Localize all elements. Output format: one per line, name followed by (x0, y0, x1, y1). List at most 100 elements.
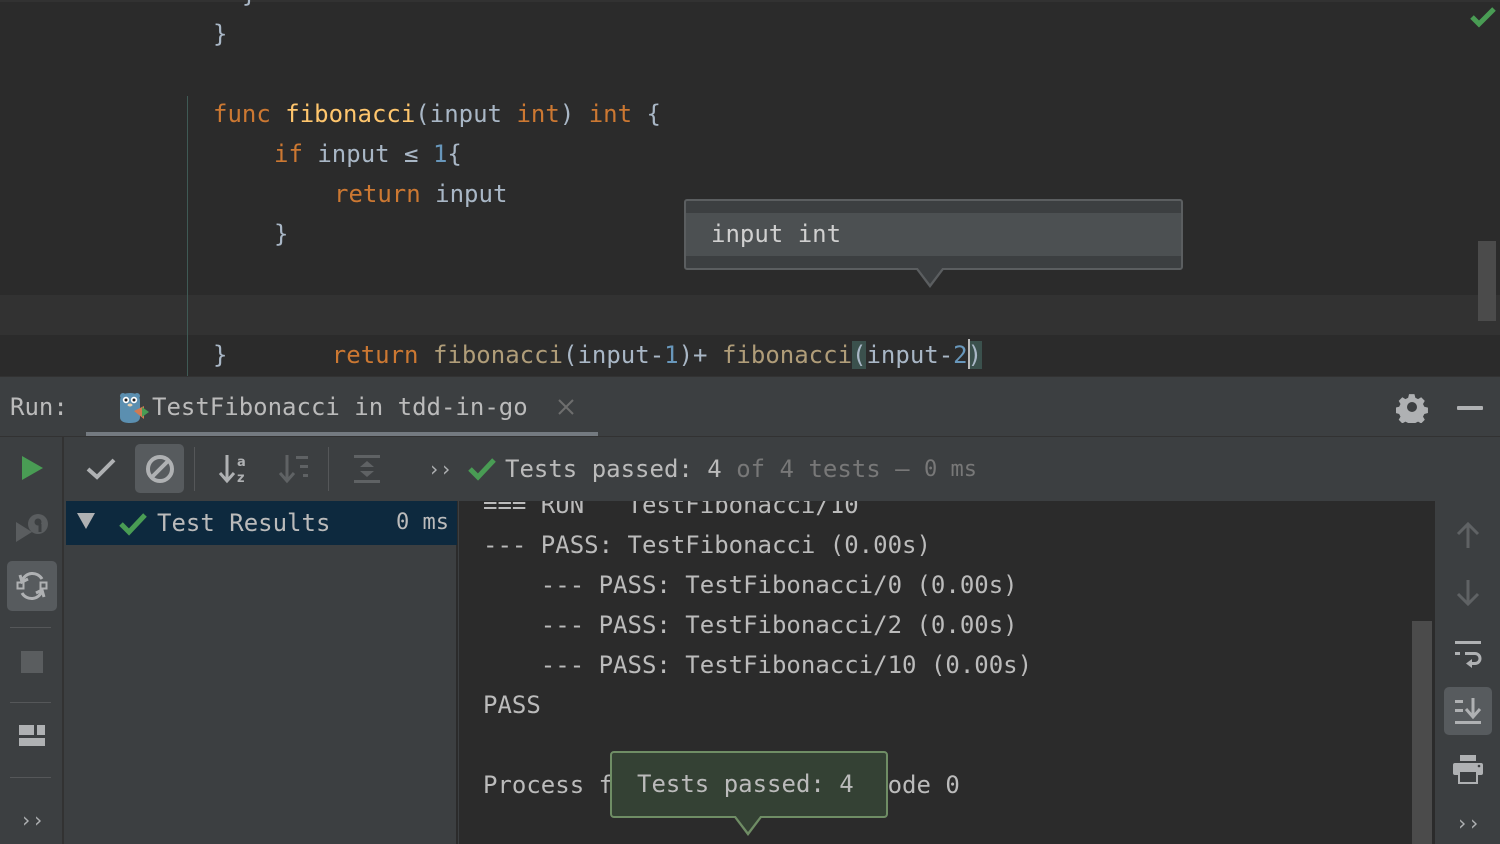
code-token: if (274, 140, 303, 168)
code-line-1: } (213, 14, 227, 54)
rerun-failed-button[interactable] (7, 503, 57, 553)
indent-guide (187, 96, 188, 376)
toolbar-separator (328, 447, 329, 491)
parameter-info-popup: input int (684, 199, 1183, 288)
matched-close-paren: ) (967, 341, 983, 369)
scroll-to-end-button[interactable] (1444, 687, 1492, 735)
tests-passed-count: Tests passed: 4 (505, 455, 722, 483)
code-token: 1 (432, 140, 448, 168)
code-token: } (213, 20, 228, 48)
tests-duration: 0 ms (924, 456, 978, 482)
tree-row-test-results[interactable]: Test Results 0 ms (66, 501, 457, 545)
rerun-failed-icon (16, 514, 48, 542)
code-token: 1 (664, 341, 679, 369)
run-tab-testfibonacci[interactable]: TestFibonacci in tdd-in-go (86, 377, 598, 436)
code-line-return-recursive: return fibonacci(input-1)+ fibonacci(inp… (274, 295, 983, 369)
print-button[interactable] (1444, 745, 1492, 793)
balloon-pointer-fill (735, 815, 761, 832)
code-token: } (213, 341, 228, 369)
print-icon (1453, 755, 1483, 784)
expand-all-button[interactable] (342, 444, 391, 493)
expand-arrow-icon[interactable] (77, 513, 95, 529)
check-icon[interactable] (1470, 6, 1496, 28)
sort-by-duration-button[interactable] (269, 444, 318, 493)
toolbar-separator (194, 447, 195, 491)
code-token: fibonacci (721, 341, 853, 369)
test-results-tree: Test Results 0 ms (66, 501, 458, 844)
editor-scrollbar-thumb[interactable] (1478, 241, 1496, 321)
show-ignored-button[interactable] (135, 444, 184, 493)
active-tab-underline (86, 432, 598, 436)
run-left-toolbar: ›› (0, 437, 64, 844)
scroll-to-end-icon (1455, 698, 1482, 724)
console-line: === RUN TestFibonacci/10 (483, 501, 859, 519)
passed-check-icon (119, 513, 147, 536)
next-occurrence-button[interactable] (1444, 569, 1492, 617)
strip-separator (10, 777, 51, 778)
show-passed-button[interactable] (76, 444, 125, 493)
code-token: (input- (563, 341, 665, 369)
code-line-if: if input ≤ 1{ (274, 134, 462, 174)
code-token: { (447, 140, 462, 168)
svg-text:z: z (237, 471, 245, 485)
ignored-icon (145, 454, 174, 483)
console-output[interactable]: === RUN TestFibonacci/10 --- PASS: TestF… (459, 501, 1435, 844)
code-tokens: return fibonacci(input-1)+ fibonacci (332, 341, 852, 369)
toolbar-overflow-chevron-icon[interactable]: ›› (428, 455, 452, 483)
run-play-icon (22, 456, 43, 480)
code-line-if-close: } (274, 214, 288, 254)
code-token: fibonacci (285, 100, 416, 128)
code-editor[interactable]: } } func fibonacci(input int) int { if i… (0, 0, 1500, 376)
code-line-return-input: return input (334, 174, 507, 214)
success-check-icon (468, 458, 496, 481)
code-token: func (213, 100, 271, 128)
console-line: --- PASS: TestFibonacci (0.00s) (483, 531, 931, 559)
gear-icon[interactable] (1396, 391, 1428, 423)
code-token: return (334, 180, 421, 208)
code-token: fibonacci (432, 341, 563, 369)
console-line: --- PASS: TestFibonacci/0 (0.00s) (483, 571, 1018, 599)
code-token: )+ (678, 341, 722, 369)
tree-row-label: Test Results (157, 509, 331, 537)
console-right-toolbar: ›› (1436, 501, 1500, 844)
code-token: input ≤ (302, 140, 433, 168)
code-token: { (632, 100, 661, 128)
layout-icon (19, 725, 45, 746)
soft-wrap-button[interactable] (1444, 629, 1492, 677)
rerun-button[interactable] (7, 443, 57, 493)
close-icon[interactable] (556, 397, 576, 417)
stop-button[interactable] (7, 637, 57, 687)
more-console-actions-button[interactable]: ›› (1444, 799, 1492, 844)
run-header: Run: TestFibonacci in tdd-in-go (0, 377, 1500, 437)
chevron-double-right-icon: ›› (19, 808, 45, 832)
previous-occurrence-button[interactable] (1444, 511, 1492, 559)
sort-alphabetically-button[interactable]: a z (209, 444, 258, 493)
run-tab-title: TestFibonacci in tdd-in-go (152, 393, 528, 421)
run-label: Run: (10, 393, 68, 421)
tests-passed-notification-balloon[interactable]: Tests passed: 4 (610, 751, 888, 836)
code-line-func-close: } (213, 335, 227, 375)
console-scrollbar-thumb[interactable] (1412, 621, 1432, 844)
svg-text:a: a (237, 455, 246, 470)
tests-total: of 4 tests – (721, 455, 925, 483)
sort-alpha-icon: a z (218, 454, 246, 485)
restore-layout-button[interactable] (7, 711, 57, 761)
go-test-gopher-icon (120, 393, 149, 423)
minimize-icon[interactable] (1457, 406, 1483, 410)
parameter-info-text: input int (711, 220, 842, 248)
checkmark-icon (86, 458, 115, 480)
toggle-auto-test-button[interactable] (7, 561, 57, 611)
code-line-prev-brace-partial: } (213, 0, 256, 14)
test-runner-toolbar: a z ›› Tests passed: 4 of 4 tests – 0 ms (66, 437, 1500, 501)
balloon-text: Tests passed: 4 (637, 770, 854, 798)
code-token: int (516, 100, 560, 128)
popup-pointer-fill (917, 267, 943, 284)
more-actions-button[interactable]: ›› (7, 795, 57, 844)
argument-text: input- (866, 341, 954, 369)
code-token: int (588, 100, 633, 128)
text-caret (967, 339, 970, 369)
test-status-summary: Tests passed: 4 of 4 tests – 0 ms (467, 443, 977, 495)
console-line: --- PASS: TestFibonacci/10 (0.00s) (483, 651, 1033, 679)
